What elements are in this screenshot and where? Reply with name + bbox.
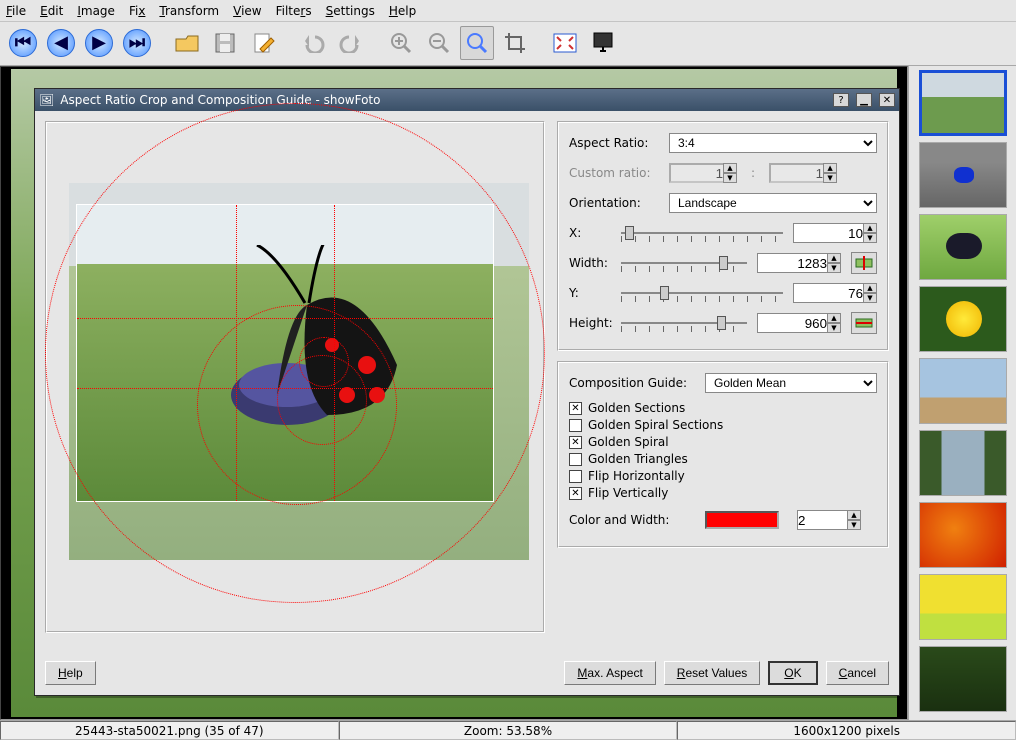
thumbnail[interactable]: [919, 430, 1007, 496]
status-zoom: Zoom: 53.58%: [339, 721, 678, 740]
zoom-fit-button[interactable]: [460, 26, 494, 60]
geometry-group: Aspect Ratio: 3:4 Custom ratio: ▲▼ : ▲▼ …: [557, 121, 889, 351]
height-field[interactable]: ▲▼: [757, 313, 841, 333]
help-button[interactable]: Help: [45, 661, 96, 685]
width-label: Width:: [569, 256, 615, 270]
zoom-in-button[interactable]: [384, 26, 418, 60]
menu-fix[interactable]: Fix: [129, 4, 145, 18]
width-center-button[interactable]: [851, 252, 877, 274]
status-bar: 25443-sta50021.png (35 of 47) Zoom: 53.5…: [0, 720, 1016, 740]
status-filename: 25443-sta50021.png (35 of 47): [0, 721, 339, 740]
width-field[interactable]: ▲▼: [757, 253, 841, 273]
aspect-ratio-label: Aspect Ratio:: [569, 136, 663, 150]
menu-help[interactable]: Help: [389, 4, 416, 18]
open-button[interactable]: [170, 26, 204, 60]
golden-spiral-checkbox[interactable]: ✕Golden Spiral: [569, 435, 877, 449]
zoom-out-button[interactable]: [422, 26, 456, 60]
redo-button[interactable]: [334, 26, 368, 60]
x-slider[interactable]: [621, 223, 783, 243]
dialog-help-button[interactable]: ?: [833, 93, 849, 107]
ok-button[interactable]: OK: [768, 661, 817, 685]
nav-next-button[interactable]: ▶: [82, 26, 116, 60]
dialog-app-icon: 🖼: [39, 93, 54, 107]
crop-dialog: 🖼 Aspect Ratio Crop and Composition Guid…: [34, 88, 900, 696]
golden-spiral-sections-checkbox[interactable]: Golden Spiral Sections: [569, 418, 877, 432]
thumbnail[interactable]: [919, 70, 1007, 136]
dialog-close-button[interactable]: ✕: [879, 93, 895, 107]
y-slider[interactable]: [621, 283, 783, 303]
thumbnail-panel[interactable]: [908, 66, 1016, 720]
thumbnail[interactable]: [919, 358, 1007, 424]
width-slider[interactable]: [621, 253, 747, 273]
menu-edit[interactable]: Edit: [40, 4, 63, 18]
custom-ratio-b: ▲▼: [769, 163, 837, 183]
aspect-ratio-select[interactable]: 3:4: [669, 133, 877, 153]
menu-file[interactable]: File: [6, 4, 26, 18]
height-label: Height:: [569, 316, 615, 330]
nav-last-button[interactable]: ⏭: [120, 26, 154, 60]
status-dimensions: 1600x1200 pixels: [677, 721, 1016, 740]
max-aspect-button[interactable]: Max. Aspect: [564, 661, 655, 685]
dialog-minimize-button[interactable]: ▁: [856, 93, 872, 107]
crop-selection[interactable]: [77, 205, 493, 501]
custom-ratio-separator: :: [743, 166, 763, 180]
guide-width-field[interactable]: ▲▼: [797, 510, 861, 530]
color-width-label: Color and Width:: [569, 513, 699, 527]
cancel-button[interactable]: Cancel: [826, 661, 889, 685]
thumbnail[interactable]: [919, 286, 1007, 352]
y-label: Y:: [569, 286, 615, 300]
thumbnail[interactable]: [919, 646, 1007, 712]
custom-ratio-label: Custom ratio:: [569, 166, 663, 180]
height-slider[interactable]: [621, 313, 747, 333]
reset-values-button[interactable]: Reset Values: [664, 661, 761, 685]
menu-view[interactable]: View: [233, 4, 261, 18]
thumbnail[interactable]: [919, 214, 1007, 280]
thumbnail[interactable]: [919, 502, 1007, 568]
nav-first-button[interactable]: ⏮: [6, 26, 40, 60]
composition-guide-select[interactable]: Golden Mean: [705, 373, 877, 393]
menu-image[interactable]: Image: [77, 4, 115, 18]
composition-guide-label: Composition Guide:: [569, 376, 699, 390]
nav-prev-button[interactable]: ◀: [44, 26, 78, 60]
undo-button[interactable]: [296, 26, 330, 60]
thumbnail[interactable]: [919, 142, 1007, 208]
menu-transform[interactable]: Transform: [159, 4, 219, 18]
slideshow-button[interactable]: [586, 26, 620, 60]
menu-filters[interactable]: Filters: [276, 4, 312, 18]
orientation-select[interactable]: Landscape: [669, 193, 877, 213]
toolbar: ⏮ ◀ ▶ ⏭: [0, 22, 1016, 66]
edit-button[interactable]: [246, 26, 280, 60]
golden-sections-checkbox[interactable]: ✕Golden Sections: [569, 401, 877, 415]
y-field[interactable]: ▲▼: [793, 283, 877, 303]
menu-settings[interactable]: Settings: [326, 4, 375, 18]
orientation-label: Orientation:: [569, 196, 663, 210]
menubar: File Edit Image Fix Transform View Filte…: [0, 0, 1016, 22]
crop-preview[interactable]: [45, 121, 545, 633]
flip-horizontal-checkbox[interactable]: Flip Horizontally: [569, 469, 877, 483]
thumbnail[interactable]: [919, 574, 1007, 640]
height-center-button[interactable]: [851, 312, 877, 334]
flip-vertical-checkbox[interactable]: ✕Flip Vertically: [569, 486, 877, 500]
guide-color-button[interactable]: [705, 511, 779, 529]
custom-ratio-a: ▲▼: [669, 163, 737, 183]
x-field[interactable]: ▲▼: [793, 223, 877, 243]
x-label: X:: [569, 226, 615, 240]
crop-button[interactable]: [498, 26, 532, 60]
golden-triangles-checkbox[interactable]: Golden Triangles: [569, 452, 877, 466]
dialog-titlebar[interactable]: 🖼 Aspect Ratio Crop and Composition Guid…: [35, 89, 899, 111]
save-button[interactable]: [208, 26, 242, 60]
composition-group: Composition Guide: Golden Mean ✕Golden S…: [557, 361, 889, 548]
fullscreen-button[interactable]: [548, 26, 582, 60]
